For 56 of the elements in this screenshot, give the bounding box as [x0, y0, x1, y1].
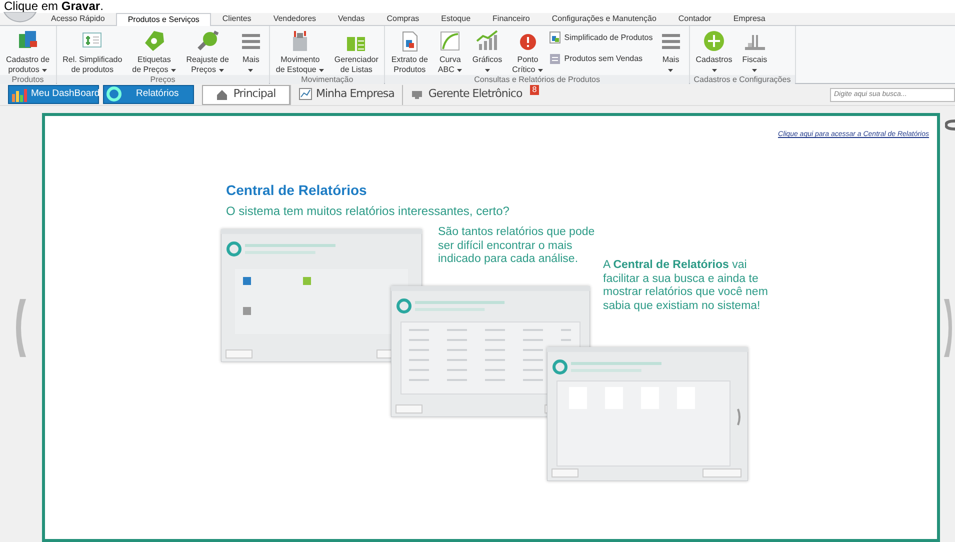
ribbon-button[interactable]: Fiscais	[738, 29, 772, 75]
view-tab[interactable]: Principal	[202, 84, 290, 104]
bar-chart-icon	[475, 29, 500, 53]
menu-tab[interactable]: Estoque	[430, 12, 482, 25]
ribbon-button[interactable]: Mais	[654, 29, 687, 75]
ribbon-button[interactable]: Extrato de Produtos	[387, 29, 432, 75]
ribbon-button[interactable]: Gerenciador de Listas	[330, 29, 382, 75]
chevron-right-icon	[942, 296, 952, 358]
menu-tab[interactable]: Vendas	[327, 12, 376, 25]
ribbon-button[interactable]: Reajuste de Preços	[182, 29, 233, 75]
toolbar-button[interactable]: Relatórios	[103, 85, 194, 104]
ribbon-group-label: Consultas e Relatórios de Produtos	[385, 75, 689, 85]
slide-title: Central de Relatórios	[226, 181, 367, 200]
ribbon-button[interactable]: Produtos sem Vendas	[549, 52, 653, 65]
home-icon	[216, 88, 230, 101]
menu-tab[interactable]: Vendedores	[262, 12, 328, 25]
curl-icon	[945, 119, 955, 131]
ribbon-button[interactable]: Mais	[234, 29, 267, 75]
price-tag-icon	[142, 29, 166, 53]
slide-text: A Central de Relatórios vai facilitar a sua busca e ainda te mostrar relatórios que você nem sabia que existiam no sistema!	[603, 259, 769, 313]
ribbon-button[interactable]: Curva ABC	[434, 29, 466, 75]
ribbon-group-label: Produtos	[0, 75, 56, 85]
view-tab[interactable]: Minha Empresa	[290, 84, 402, 104]
menu-tab[interactable]: Clientes	[211, 12, 262, 25]
plus-icon	[702, 29, 726, 53]
ribbon-button[interactable]: Rel. Simplificado de produtos	[58, 29, 126, 75]
ribbon-button[interactable]: Ponto Crítico	[508, 29, 548, 75]
menu-tab[interactable]: Compras	[376, 12, 430, 25]
slide-text: São tantos relatórios que pode ser difícil encontrar o mais indicado para cada análise.	[438, 226, 596, 266]
menu-tab[interactable]: Acesso Rápido	[40, 12, 116, 25]
menu-tab[interactable]: Financeiro	[482, 12, 541, 25]
menu-tab[interactable]: Empresa	[722, 12, 776, 25]
curve-chart-icon	[438, 29, 462, 53]
view-tab[interactable]: Gerente Eletrônico	[402, 84, 530, 104]
menu-tab[interactable]: Contador	[667, 12, 722, 25]
ribbon-button[interactable]: Gráficos	[468, 29, 506, 75]
menu-tab[interactable]: Produtos e Serviços	[116, 13, 212, 26]
ribbon-button[interactable]: Movimento de Estoque	[272, 29, 328, 75]
ribbon-button[interactable]: Cadastro de produtos	[2, 29, 54, 75]
ring-icon	[106, 86, 123, 103]
count-badge: 8	[530, 84, 539, 94]
slide-subtitle: O sistema tem muitos relatórios interessantes, certo?	[226, 203, 510, 220]
ribbon-button[interactable]: Cadastros	[692, 29, 736, 75]
ribbon-button[interactable]: Simplificado de Produtos	[549, 31, 653, 44]
line-chart-icon	[299, 88, 312, 101]
monitor-icon	[411, 88, 424, 101]
chevron-left-icon	[14, 296, 28, 358]
toolbar-button[interactable]: Meu DashBoard	[8, 85, 99, 104]
ribbon-group-label: Preços	[56, 75, 269, 85]
wrench-coin-icon	[196, 29, 220, 53]
ribbon-button[interactable]: Etiquetas de Preços	[128, 29, 180, 75]
menu-tab[interactable]: Configurações e Manutenção	[540, 12, 668, 25]
list-icon	[549, 52, 562, 65]
report-icon	[549, 31, 562, 44]
bar-chart-icon	[11, 86, 28, 103]
caption-text: Clique em Gravar.	[3, 0, 104, 13]
